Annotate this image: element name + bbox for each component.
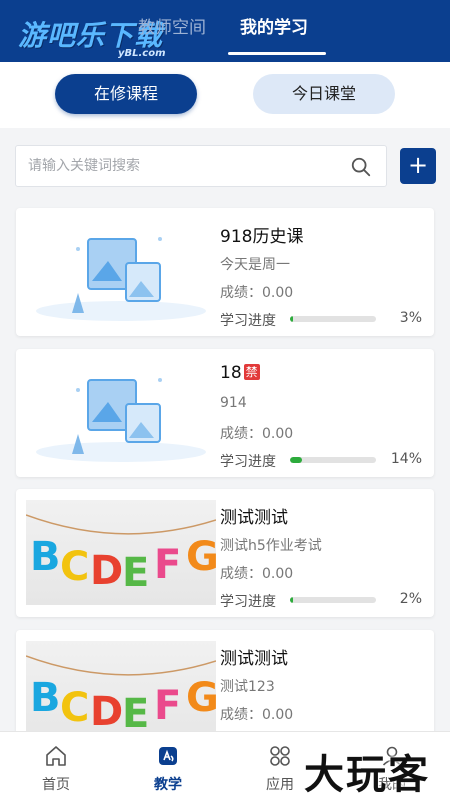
svg-text:C: C — [60, 685, 89, 731]
course-title: 18 禁 — [220, 363, 260, 383]
course-card[interactable]: 918历史课 今天是周一 成绩：0.00 学习进度 3% — [16, 208, 434, 336]
tab-my-learning[interactable]: 我的学习 — [240, 14, 308, 42]
svg-text:G: G — [186, 675, 216, 721]
progress-bar — [290, 597, 376, 603]
svg-text:B: B — [30, 675, 61, 721]
course-score: 成绩：0.00 — [220, 707, 294, 723]
top-bar: 游吧乐下载 yBL.com 教师空间 我的学习 — [0, 0, 450, 62]
segment-current-courses[interactable]: 在修课程 — [55, 74, 197, 114]
svg-text:B: B — [30, 534, 61, 580]
nav-teaching[interactable]: 教学 — [112, 732, 224, 800]
ban-badge: 禁 — [243, 364, 260, 380]
progress-fill — [290, 597, 293, 603]
search-input[interactable] — [28, 146, 328, 186]
course-segment: 在修课程 今日课堂 — [0, 62, 450, 128]
progress-percent: 14% — [390, 451, 422, 467]
progress-fill — [290, 316, 293, 322]
progress-label: 学习进度 — [220, 313, 276, 329]
progress-bar — [290, 316, 376, 322]
nav-teaching-label: 教学 — [154, 777, 182, 793]
course-title: 测试测试 — [220, 649, 288, 669]
active-tab-indicator — [228, 52, 326, 55]
progress-label: 学习进度 — [220, 454, 276, 470]
course-score: 成绩：0.00 — [220, 285, 294, 301]
alphabet-banner-image: B C D E F G — [26, 500, 216, 605]
placeholder-image-icon — [36, 378, 206, 462]
segment-today-class[interactable]: 今日课堂 — [253, 74, 395, 114]
course-subtitle: 测试h5作业考试 — [220, 538, 322, 554]
course-subtitle: 测试123 — [220, 679, 275, 695]
search-icon[interactable] — [350, 156, 372, 178]
course-score: 成绩：0.00 — [220, 426, 294, 442]
course-card[interactable]: 18 禁 914 成绩：0.00 学习进度 14% — [16, 349, 434, 477]
progress-fill — [290, 457, 303, 463]
nav-home[interactable]: 首页 — [0, 732, 112, 800]
svg-text:G: G — [186, 534, 216, 580]
home-icon — [46, 746, 66, 766]
svg-text:C: C — [60, 544, 89, 590]
course-card[interactable]: B C D E F G 测试测试 测试h5作业考试 成绩：0.00 学习进度 2… — [16, 489, 434, 617]
svg-text:D: D — [90, 548, 123, 594]
progress-percent: 3% — [399, 310, 422, 326]
course-score: 成绩：0.00 — [220, 566, 294, 582]
nav-home-label: 首页 — [42, 777, 70, 793]
course-title: 测试测试 — [220, 508, 288, 528]
course-subtitle: 今天是周一 — [220, 257, 290, 273]
progress-bar — [290, 457, 376, 463]
placeholder-image-icon — [36, 237, 206, 321]
course-title: 918历史课 — [220, 227, 304, 247]
progress-percent: 2% — [399, 591, 422, 607]
course-subtitle: 914 — [220, 395, 247, 411]
svg-text:E: E — [122, 550, 149, 596]
teaching-icon — [159, 747, 177, 765]
add-course-button[interactable]: + — [400, 148, 436, 184]
progress-label: 学习进度 — [220, 594, 276, 610]
watermark-url: yBL.com — [118, 48, 166, 59]
svg-text:D: D — [90, 689, 123, 735]
corner-watermark-logo: 大玩客 — [304, 752, 430, 798]
svg-text:F: F — [154, 542, 181, 588]
tab-teacher-space[interactable]: 教师空间 — [138, 14, 206, 42]
apps-icon — [270, 746, 290, 766]
svg-text:F: F — [154, 683, 181, 729]
search-box — [15, 145, 387, 187]
